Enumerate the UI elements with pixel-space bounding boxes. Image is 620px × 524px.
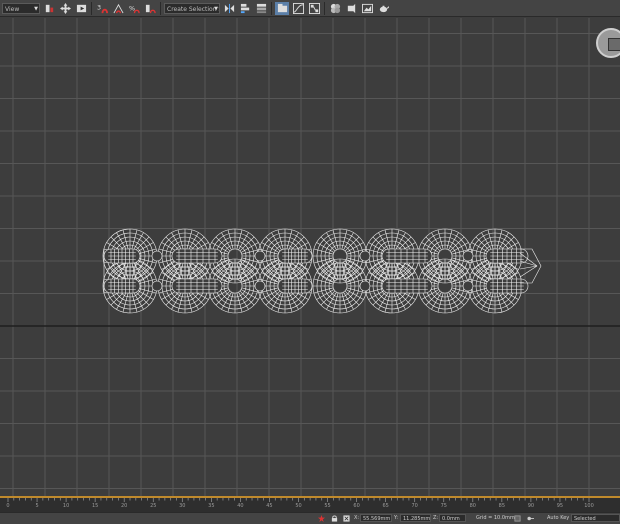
chain-bar[interactable] [171, 278, 223, 294]
select-object-icon[interactable] [74, 2, 88, 15]
spinner-snap-icon[interactable] [143, 2, 157, 15]
timeline-tick-label: 55 [324, 503, 331, 509]
mirror-icon[interactable] [222, 2, 236, 15]
z-coord-label: Z: [433, 515, 439, 521]
chain-hub [359, 250, 371, 262]
key-icon[interactable] [527, 515, 534, 522]
time-tag-icon[interactable] [514, 515, 521, 522]
snap-3d-icon[interactable]: 3 [95, 2, 109, 15]
timeline-tick-label: 35 [208, 503, 215, 509]
chain-bar[interactable] [171, 248, 223, 264]
timeline-tick-label: 30 [179, 503, 186, 509]
timeline-tick-label: 70 [411, 503, 418, 509]
toolbar-separator [91, 1, 92, 15]
render-teapot-icon[interactable] [376, 2, 390, 15]
lock-icon[interactable] [331, 515, 338, 522]
timeline-tick-label: 80 [469, 503, 476, 509]
chain-hub [462, 250, 474, 262]
move-icon[interactable] [58, 2, 72, 15]
status-bar: X: 55.569mm Y: 11.285mm Z: 0.0mm Grid = … [0, 512, 620, 524]
chain-bar[interactable] [103, 278, 141, 294]
timeline-tick-label: 90 [527, 503, 535, 509]
curve-editor-icon[interactable] [291, 2, 305, 15]
chain-ring[interactable] [312, 258, 368, 314]
auto-key-label[interactable]: Auto Key [547, 514, 569, 523]
chain-hub [462, 280, 474, 292]
chain-hub [254, 250, 266, 262]
timeline-tick-label: 5 [35, 503, 39, 509]
align-icon[interactable] [238, 2, 252, 15]
y-coord-label: Y: [394, 515, 399, 521]
schematic-view-icon[interactable] [307, 2, 321, 15]
chain-hub [254, 280, 266, 292]
pivot-icon[interactable] [42, 2, 56, 15]
x-coord-field[interactable]: 55.569mm [360, 514, 392, 522]
selection-lock-icon[interactable] [318, 515, 325, 522]
chain-links[interactable] [102, 228, 542, 314]
auto-key-dropdown[interactable]: Selected [571, 514, 620, 522]
absolute-mode-icon[interactable] [343, 515, 350, 522]
toolbar-separator [324, 1, 325, 15]
timeline-tick-label: 95 [556, 503, 564, 509]
timeline-tick-label: 65 [382, 503, 389, 509]
percent-snap-icon[interactable]: % [127, 2, 141, 15]
top-viewport[interactable] [0, 18, 620, 496]
timeline-tick-label: 75 [440, 503, 447, 509]
chain-bar[interactable] [381, 278, 433, 294]
timeline-tick-label: 85 [498, 503, 506, 509]
timeline-tick-label: 20 [121, 503, 128, 509]
timeline-tick-label: 25 [150, 503, 157, 509]
timeline-tick-label: 45 [266, 503, 273, 509]
svg-text:3: 3 [97, 3, 101, 11]
chain-bar[interactable] [381, 248, 433, 264]
chain-bar[interactable] [277, 248, 313, 264]
layer-manager-icon[interactable] [254, 2, 268, 15]
x-coord-label: X: [354, 515, 360, 521]
toolbar-separator [160, 1, 161, 15]
scene-explorer-icon[interactable] [275, 1, 289, 15]
timeline-tick-label: 60 [353, 503, 360, 509]
rendered-frame-icon[interactable] [360, 2, 374, 15]
timeline-tick-label: 50 [295, 503, 302, 509]
ref-coord-dropdown[interactable]: View [2, 2, 40, 14]
chain-hub [151, 250, 163, 262]
toolbar-separator [271, 1, 272, 15]
y-coord-field[interactable]: 11.285mm [400, 514, 431, 522]
grid-size-text: Grid = 10.0mm [476, 515, 515, 521]
angle-snap-icon[interactable] [111, 2, 125, 15]
chain-hub [151, 280, 163, 292]
timeline-tick-label: 0 [6, 503, 10, 509]
selection-set-dropdown[interactable]: Create Selection S... [164, 2, 220, 14]
chain-hub [359, 280, 371, 292]
main-toolbar: View 3 % Create Selection S... [0, 0, 620, 17]
chain-bar[interactable] [485, 248, 529, 264]
timeline-tick-label: 10 [62, 503, 70, 509]
chain-wireframe-mesh[interactable] [0, 18, 620, 496]
timeline-tick-label: 100 [584, 503, 594, 509]
timeline-ruler[interactable]: 0 5 10 15 20 25 30 35 40 45 50 55 60 65 70 75 80 85 90 95 10… [0, 498, 620, 512]
chain-end-cap-edge [519, 260, 538, 267]
z-coord-field[interactable]: 0.0mm [439, 514, 466, 522]
material-editor-icon[interactable] [328, 2, 342, 15]
render-setup-icon[interactable] [344, 2, 358, 15]
chain-bar[interactable] [485, 278, 529, 294]
viewcube-icon[interactable] [596, 28, 620, 58]
chain-bar[interactable] [277, 278, 313, 294]
timeline-tick-label: 40 [237, 503, 244, 509]
timeline-tick-label: 15 [91, 503, 99, 509]
chain-bar[interactable] [103, 248, 141, 264]
